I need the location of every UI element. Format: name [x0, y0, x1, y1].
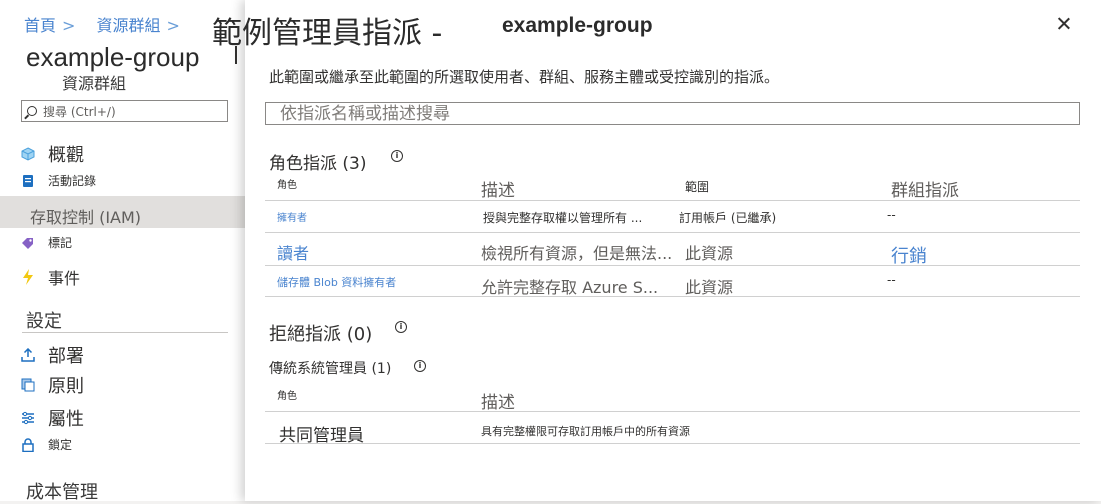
nav-item-label: 標記	[48, 236, 73, 250]
nav-item-deployments[interactable]: 部署	[20, 342, 84, 368]
panel-title-resource: example-group	[502, 14, 653, 37]
row-scope: 此資源	[685, 278, 734, 297]
admin-assignments-panel: 此範圍或繼承至此範圍的所選取使用者、群組、服務主體或受控識別的指派。 角色指派 …	[245, 0, 1101, 501]
nav-item-policies[interactable]: 原則	[20, 372, 84, 398]
column-header-role[interactable]: 角色	[277, 387, 297, 402]
info-icon[interactable]: i	[391, 150, 403, 162]
row-scope: 此資源	[685, 244, 734, 263]
table-divider	[265, 443, 1080, 444]
nav-item-locks[interactable]: 鎖定	[20, 436, 72, 453]
row-group-assignment: --	[887, 208, 896, 222]
column-header-description[interactable]: 描述	[481, 388, 515, 413]
role-link-storage-blob-owner[interactable]: 儲存體 Blob 資料擁有者	[277, 274, 396, 290]
section-divider	[22, 332, 228, 333]
nav-item-events[interactable]: 事件	[20, 265, 80, 289]
nav-item-tags[interactable]: 標記	[20, 234, 72, 251]
panel-title: 範例管理員指派 -	[212, 16, 443, 51]
classic-admins-header: 傳統系統管理員 (1)	[269, 361, 392, 377]
row-scope: 訂用帳戶 (已繼承)	[679, 211, 777, 225]
info-icon[interactable]: i	[395, 321, 407, 333]
column-header-group-assignment[interactable]: 群組指派	[891, 176, 959, 201]
column-header-role[interactable]: 角色	[277, 176, 297, 191]
blade-search-input[interactable]: 搜尋 (Ctrl+/)	[21, 100, 228, 122]
nav-item-label: 概觀	[48, 145, 84, 166]
resource-group-subtitle: 資源群組	[62, 74, 127, 93]
cube-icon	[20, 146, 36, 162]
nav-item-label: 原則	[48, 376, 84, 397]
breadcrumb-resource-groups[interactable]: 資源群組	[97, 16, 161, 35]
nav-item-label: 部署	[48, 346, 84, 367]
blade-search-placeholder: 搜尋 (Ctrl+/)	[43, 104, 116, 119]
nav-item-iam[interactable]: 存取控制 (IAM)	[30, 204, 141, 228]
nav-item-overview[interactable]: 概觀	[20, 141, 84, 167]
nav-item-label: 存取控制 (IAM)	[30, 208, 142, 227]
panel-description: 此範圍或繼承至此範圍的所選取使用者、群組、服務主體或受控識別的指派。	[269, 68, 780, 86]
activity-log-icon	[20, 173, 36, 189]
row-group-assignment: --	[887, 273, 896, 287]
lock-icon	[20, 437, 36, 453]
properties-icon	[20, 410, 36, 426]
row-description: 檢視所有資源，但是無法...	[481, 244, 673, 263]
nav-item-activity-log[interactable]: 活動記錄	[20, 172, 96, 189]
policy-icon	[20, 377, 36, 393]
close-icon[interactable]	[1054, 14, 1074, 34]
resource-group-title: example-group	[26, 42, 200, 72]
role-link-reader[interactable]: 讀者	[277, 240, 309, 264]
nav-item-label: 事件	[48, 269, 81, 288]
table-divider	[265, 265, 1080, 266]
row-description: 授與完整存取權以管理所有 ...	[483, 211, 643, 225]
nav-item-label: 活動記錄	[48, 174, 97, 188]
role-link-owner[interactable]: 擁有者	[277, 209, 307, 224]
breadcrumb-separator: >	[166, 16, 180, 35]
table-divider	[265, 200, 1080, 201]
column-header-scope[interactable]: 範圍	[685, 178, 709, 195]
row-description: 允許完整存取 Azure S...	[481, 278, 659, 297]
nav-item-properties[interactable]: 屬性	[20, 405, 84, 431]
nav-item-label: 鎖定	[48, 438, 73, 452]
info-icon[interactable]: i	[414, 360, 426, 372]
table-divider	[265, 296, 1080, 297]
search-icon	[27, 106, 37, 116]
tag-icon	[20, 235, 36, 251]
breadcrumb-separator: >	[62, 16, 76, 35]
role-assignments-header: 角色指派 (3)	[269, 154, 367, 174]
assignment-search-input[interactable]	[265, 102, 1080, 125]
nav-item-label: 屬性	[48, 409, 84, 430]
classic-admin-description: 具有完整權限可存取訂用帳戶中的所有資源	[481, 425, 690, 438]
cost-section-header: 成本管理	[26, 482, 98, 503]
settings-section-header: 設定	[26, 311, 62, 332]
column-header-description[interactable]: 描述	[481, 176, 515, 201]
breadcrumb-home[interactable]: 首頁	[24, 16, 56, 35]
lightning-icon	[20, 269, 36, 285]
table-divider	[265, 232, 1080, 233]
deny-assignments-header: 拒絕指派 (0)	[269, 324, 373, 345]
breadcrumb: 首頁 > 資源群組 >	[24, 12, 186, 36]
upload-icon	[20, 347, 36, 363]
table-divider	[265, 411, 1080, 412]
